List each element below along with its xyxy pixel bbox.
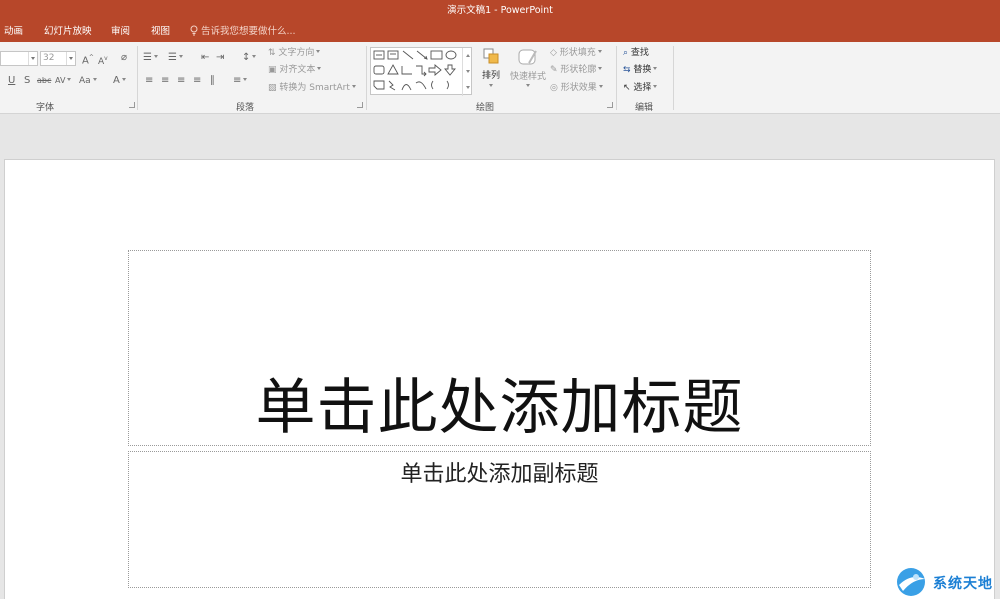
- tell-me-placeholder: 告诉我您想要做什么...: [201, 26, 296, 37]
- text-direction-button[interactable]: ⇅ 文字方向: [268, 47, 321, 59]
- ribbon-tab-row: 动画 幻灯片放映 审阅 视图 告诉我您想要做什么...: [0, 22, 1000, 42]
- editing-group-label: 编辑: [635, 103, 654, 113]
- tab-view[interactable]: 视图: [151, 22, 170, 42]
- columns-icon[interactable]: ∥: [210, 75, 215, 87]
- title-placeholder[interactable]: 单击此处添加标题: [128, 250, 871, 446]
- paragraph-group-label: 段落: [236, 103, 255, 113]
- align-text-icon: ▣: [268, 65, 277, 75]
- group-divider: [366, 46, 367, 110]
- title-bar: 演示文稿1 - PowerPoint: [0, 0, 1000, 22]
- replace-label: 替换: [633, 65, 652, 75]
- grow-font-icon[interactable]: A^: [82, 52, 94, 67]
- cursor-icon: ↖: [623, 83, 631, 93]
- arrange-label: 排列: [481, 71, 500, 81]
- strikethrough-icon[interactable]: abc: [37, 75, 51, 87]
- shapes-scroll[interactable]: [462, 48, 471, 96]
- quick-styles-icon: [518, 49, 537, 65]
- subtitle-placeholder[interactable]: 单击此处添加副标题: [128, 451, 871, 588]
- chevron-down-icon[interactable]: [66, 52, 75, 65]
- window-title: 演示文稿1 - PowerPoint: [447, 5, 553, 16]
- arrange-button[interactable]: 排列: [478, 47, 504, 97]
- watermark: 系统天地: [893, 565, 1000, 599]
- convert-smartart-label: 转换为 SmartArt: [279, 83, 350, 93]
- tab-review[interactable]: 审阅: [111, 22, 130, 42]
- group-divider: [616, 46, 617, 110]
- text-columns-icon[interactable]: ≡: [233, 75, 248, 87]
- paragraph-dialog-launcher-icon[interactable]: [357, 102, 363, 108]
- convert-smartart-button[interactable]: ▧ 转换为 SmartArt: [268, 82, 356, 94]
- lightbulb-icon: [190, 25, 198, 36]
- search-icon: ⌕: [623, 48, 629, 58]
- align-right-icon[interactable]: ≡: [177, 75, 185, 87]
- quick-styles-label: 快速样式: [509, 72, 546, 82]
- replace-icon: ⇆: [623, 65, 631, 75]
- group-divider: [673, 46, 674, 110]
- font-group-label: 字体: [36, 103, 55, 113]
- shape-outline-button[interactable]: ✎ 形状轮廓: [550, 64, 603, 76]
- shapes-gallery-icons: [373, 50, 457, 91]
- bullets-icon[interactable]: ☰: [143, 52, 158, 64]
- watermark-logo-icon: [897, 568, 925, 596]
- watermark-text: 系统天地: [933, 576, 993, 592]
- shape-effects-button[interactable]: ◎ 形状效果: [550, 82, 603, 94]
- find-button[interactable]: ⌕ 查找: [623, 47, 649, 59]
- chevron-down-icon[interactable]: [28, 52, 37, 65]
- line-spacing-icon[interactable]: ↕: [242, 52, 257, 64]
- font-name-combo[interactable]: [0, 51, 38, 66]
- ribbon: 32 A^ Av ⌀ U S abc AV Aa A 字体 ☰ ☰ ⇤ ⇥ ↕ …: [0, 42, 1000, 114]
- select-label: 选择: [633, 83, 652, 93]
- tab-animations[interactable]: 动画: [4, 22, 23, 42]
- select-button[interactable]: ↖ 选择: [623, 82, 658, 94]
- group-divider: [137, 46, 138, 110]
- decrease-indent-icon[interactable]: ⇤: [201, 52, 209, 64]
- shape-fill-label: 形状填充: [559, 48, 596, 58]
- drawing-dialog-launcher-icon[interactable]: [607, 102, 613, 108]
- drawing-group-label: 绘图: [476, 103, 495, 113]
- title-placeholder-text: 单击此处添加标题: [255, 373, 744, 443]
- effects-icon: ◎: [550, 83, 558, 93]
- smartart-icon: ▧: [268, 83, 277, 93]
- numbering-icon[interactable]: ☰: [168, 52, 183, 64]
- shape-effects-label: 形状效果: [560, 83, 597, 93]
- text-direction-label: 文字方向: [278, 48, 315, 58]
- quick-styles-button[interactable]: 快速样式: [508, 47, 548, 97]
- align-text-label: 对齐文本: [279, 65, 316, 75]
- pencil-icon: ✎: [550, 65, 558, 75]
- shadow-icon[interactable]: S: [24, 75, 30, 87]
- find-label: 查找: [630, 48, 649, 58]
- text-direction-icon: ⇅: [268, 48, 276, 58]
- arrange-icon: [483, 48, 499, 64]
- increase-indent-icon[interactable]: ⇥: [216, 52, 224, 64]
- tell-me-box[interactable]: 告诉我您想要做什么...: [190, 22, 296, 42]
- shapes-gallery[interactable]: [370, 47, 472, 96]
- font-dialog-launcher-icon[interactable]: [129, 102, 135, 108]
- font-size-value: 32: [43, 53, 55, 63]
- underline-icon[interactable]: U: [8, 75, 15, 87]
- replace-button[interactable]: ⇆ 替换: [623, 64, 658, 76]
- justify-icon[interactable]: ≡: [193, 75, 201, 87]
- align-text-button[interactable]: ▣ 对齐文本: [268, 64, 322, 76]
- font-size-combo[interactable]: 32: [40, 51, 76, 66]
- shrink-font-icon[interactable]: Av: [98, 53, 108, 68]
- align-center-icon[interactable]: ≡: [161, 75, 169, 87]
- align-left-icon[interactable]: ≡: [145, 75, 153, 87]
- font-color-icon[interactable]: A: [113, 75, 126, 87]
- shape-outline-label: 形状轮廓: [560, 65, 597, 75]
- change-case-icon[interactable]: Aa: [79, 75, 97, 87]
- clear-formatting-icon[interactable]: ⌀: [121, 52, 127, 64]
- shape-fill-button[interactable]: ◇ 形状填充: [550, 47, 602, 59]
- paint-bucket-icon: ◇: [550, 48, 557, 58]
- character-spacing-icon[interactable]: AV: [55, 75, 72, 87]
- tab-slideshow[interactable]: 幻灯片放映: [44, 22, 92, 42]
- subtitle-placeholder-text: 单击此处添加副标题: [400, 462, 599, 487]
